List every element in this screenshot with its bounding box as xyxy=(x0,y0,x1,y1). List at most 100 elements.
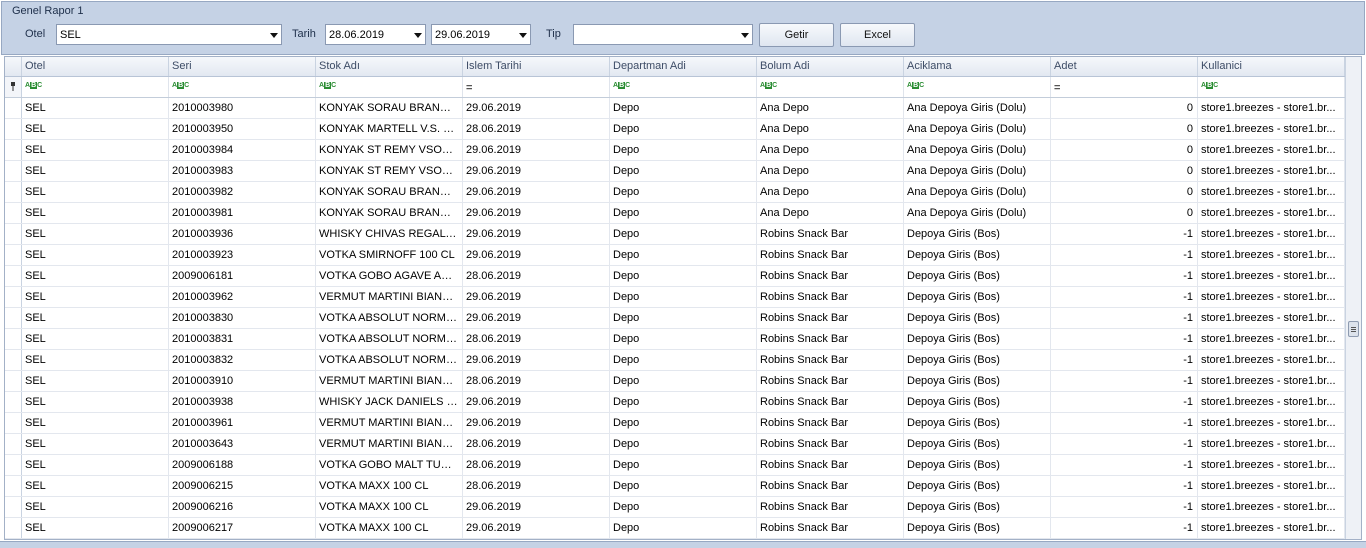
cell-otel[interactable]: SEL xyxy=(22,371,169,391)
cell-islem-tarihi[interactable]: 28.06.2019 xyxy=(463,476,610,496)
cell-stok-adi[interactable]: KONYAK SORAU BRANDY ... xyxy=(316,203,463,223)
chevron-down-icon[interactable] xyxy=(741,33,749,38)
tip-combobox[interactable] xyxy=(573,24,753,45)
cell-adet[interactable]: -1 xyxy=(1051,392,1198,412)
otel-combobox[interactable]: SEL xyxy=(56,24,282,45)
cell-bolum-adi[interactable]: Robins Snack Bar xyxy=(757,476,904,496)
cell-aciklama[interactable]: Depoya Giris (Bos) xyxy=(904,518,1051,538)
row-indicator[interactable] xyxy=(5,350,22,370)
cell-seri[interactable]: 2010003936 xyxy=(169,224,316,244)
cell-kullanici[interactable]: store1.breezes - store1.br... xyxy=(1198,413,1345,433)
cell-otel[interactable]: SEL xyxy=(22,161,169,181)
cell-seri[interactable]: 2009006216 xyxy=(169,497,316,517)
cell-otel[interactable]: SEL xyxy=(22,245,169,265)
cell-bolum-adi[interactable]: Ana Depo xyxy=(757,140,904,160)
cell-adet[interactable]: -1 xyxy=(1051,329,1198,349)
cell-adet[interactable]: 0 xyxy=(1051,98,1198,118)
getir-button[interactable]: Getir xyxy=(759,23,834,47)
cell-stok-adi[interactable]: VOTKA MAXX 100 CL xyxy=(316,476,463,496)
column-header-aciklama[interactable]: Aciklama xyxy=(904,57,1051,76)
row-indicator[interactable] xyxy=(5,308,22,328)
cell-departman-adi[interactable]: Depo xyxy=(610,308,757,328)
cell-stok-adi[interactable]: WHISKY JACK DANIELS 10... xyxy=(316,392,463,412)
cell-islem-tarihi[interactable]: 29.06.2019 xyxy=(463,224,610,244)
filter-cell-seri[interactable]: ABC xyxy=(169,77,316,97)
cell-adet[interactable]: 0 xyxy=(1051,119,1198,139)
cell-seri[interactable]: 2010003983 xyxy=(169,161,316,181)
cell-departman-adi[interactable]: Depo xyxy=(610,329,757,349)
date-to-picker[interactable]: 29.06.2019 xyxy=(431,24,531,45)
cell-departman-adi[interactable]: Depo xyxy=(610,392,757,412)
cell-departman-adi[interactable]: Depo xyxy=(610,287,757,307)
cell-adet[interactable]: 0 xyxy=(1051,161,1198,181)
cell-departman-adi[interactable]: Depo xyxy=(610,245,757,265)
cell-adet[interactable]: -1 xyxy=(1051,455,1198,475)
table-row[interactable]: SEL 2010003984 KONYAK ST REMY VSOP 1... 29.… xyxy=(5,140,1345,161)
cell-stok-adi[interactable]: WHISKY CHIVAS REGAL 1... xyxy=(316,224,463,244)
cell-seri[interactable]: 2010003832 xyxy=(169,350,316,370)
cell-aciklama[interactable]: Ana Depoya Giris (Dolu) xyxy=(904,140,1051,160)
cell-adet[interactable]: -1 xyxy=(1051,518,1198,538)
cell-kullanici[interactable]: store1.breezes - store1.br... xyxy=(1198,98,1345,118)
cell-kullanici[interactable]: store1.breezes - store1.br... xyxy=(1198,161,1345,181)
cell-adet[interactable]: 0 xyxy=(1051,203,1198,223)
row-indicator[interactable] xyxy=(5,476,22,496)
cell-adet[interactable]: -1 xyxy=(1051,287,1198,307)
chevron-down-icon[interactable] xyxy=(519,33,527,38)
cell-stok-adi[interactable]: VERMUT MARTINI BIANC... xyxy=(316,413,463,433)
cell-departman-adi[interactable]: Depo xyxy=(610,518,757,538)
cell-kullanici[interactable]: store1.breezes - store1.br... xyxy=(1198,245,1345,265)
table-row[interactable]: SEL 2010003980 KONYAK SORAU BRANDY ... 29.0… xyxy=(5,98,1345,119)
filter-cell-stok-adi[interactable]: ABC xyxy=(316,77,463,97)
cell-aciklama[interactable]: Ana Depoya Giris (Dolu) xyxy=(904,203,1051,223)
cell-islem-tarihi[interactable]: 29.06.2019 xyxy=(463,98,610,118)
cell-islem-tarihi[interactable]: 29.06.2019 xyxy=(463,413,610,433)
cell-bolum-adi[interactable]: Robins Snack Bar xyxy=(757,224,904,244)
cell-kullanici[interactable]: store1.breezes - store1.br... xyxy=(1198,518,1345,538)
table-row[interactable]: SEL 2009006188 VOTKA GOBO MALT TURU... 28.0… xyxy=(5,455,1345,476)
cell-otel[interactable]: SEL xyxy=(22,434,169,454)
cell-aciklama[interactable]: Depoya Giris (Bos) xyxy=(904,413,1051,433)
cell-islem-tarihi[interactable]: 29.06.2019 xyxy=(463,140,610,160)
table-row[interactable]: SEL 2010003643 VERMUT MARTINI BIANC... 28.0… xyxy=(5,434,1345,455)
cell-seri[interactable]: 2009006215 xyxy=(169,476,316,496)
column-header-seri[interactable]: Seri xyxy=(169,57,316,76)
table-row[interactable]: SEL 2009006217 VOTKA MAXX 100 CL 29.06.2019… xyxy=(5,518,1345,539)
excel-button[interactable]: Excel xyxy=(840,23,915,47)
cell-bolum-adi[interactable]: Ana Depo xyxy=(757,203,904,223)
cell-otel[interactable]: SEL xyxy=(22,392,169,412)
cell-aciklama[interactable]: Depoya Giris (Bos) xyxy=(904,497,1051,517)
cell-kullanici[interactable]: store1.breezes - store1.br... xyxy=(1198,329,1345,349)
cell-seri[interactable]: 2010003980 xyxy=(169,98,316,118)
cell-aciklama[interactable]: Depoya Giris (Bos) xyxy=(904,245,1051,265)
row-indicator[interactable] xyxy=(5,497,22,517)
cell-otel[interactable]: SEL xyxy=(22,455,169,475)
cell-islem-tarihi[interactable]: 28.06.2019 xyxy=(463,455,610,475)
row-indicator[interactable] xyxy=(5,392,22,412)
cell-kullanici[interactable]: store1.breezes - store1.br... xyxy=(1198,308,1345,328)
cell-bolum-adi[interactable]: Robins Snack Bar xyxy=(757,287,904,307)
column-header-islem-tarihi[interactable]: Islem Tarihi xyxy=(463,57,610,76)
cell-islem-tarihi[interactable]: 28.06.2019 xyxy=(463,266,610,286)
cell-stok-adi[interactable]: VERMUT MARTINI BIANC... xyxy=(316,434,463,454)
table-row[interactable]: SEL 2010003832 VOTKA ABSOLUT NORMAL... 29.0… xyxy=(5,350,1345,371)
cell-kullanici[interactable]: store1.breezes - store1.br... xyxy=(1198,287,1345,307)
row-indicator[interactable] xyxy=(5,182,22,202)
cell-stok-adi[interactable]: VERMUT MARTINI BIANC... xyxy=(316,371,463,391)
cell-stok-adi[interactable]: VERMUT MARTINI BIANC... xyxy=(316,287,463,307)
filter-cell-islem-tarihi[interactable]: = xyxy=(463,77,610,97)
cell-stok-adi[interactable]: VOTKA ABSOLUT NORMAL... xyxy=(316,350,463,370)
cell-otel[interactable]: SEL xyxy=(22,518,169,538)
cell-aciklama[interactable]: Depoya Giris (Bos) xyxy=(904,392,1051,412)
cell-stok-adi[interactable]: VOTKA MAXX 100 CL xyxy=(316,518,463,538)
cell-otel[interactable]: SEL xyxy=(22,308,169,328)
row-indicator[interactable] xyxy=(5,371,22,391)
cell-islem-tarihi[interactable]: 28.06.2019 xyxy=(463,371,610,391)
cell-bolum-adi[interactable]: Ana Depo xyxy=(757,98,904,118)
cell-islem-tarihi[interactable]: 29.06.2019 xyxy=(463,182,610,202)
cell-seri[interactable]: 2010003984 xyxy=(169,140,316,160)
table-row[interactable]: SEL 2010003923 VOTKA SMIRNOFF 100 CL 29.06.… xyxy=(5,245,1345,266)
cell-kullanici[interactable]: store1.breezes - store1.br... xyxy=(1198,497,1345,517)
table-row[interactable]: SEL 2010003950 KONYAK MARTELL V.S. 70... 28… xyxy=(5,119,1345,140)
cell-stok-adi[interactable]: KONYAK ST REMY VSOP 1... xyxy=(316,140,463,160)
